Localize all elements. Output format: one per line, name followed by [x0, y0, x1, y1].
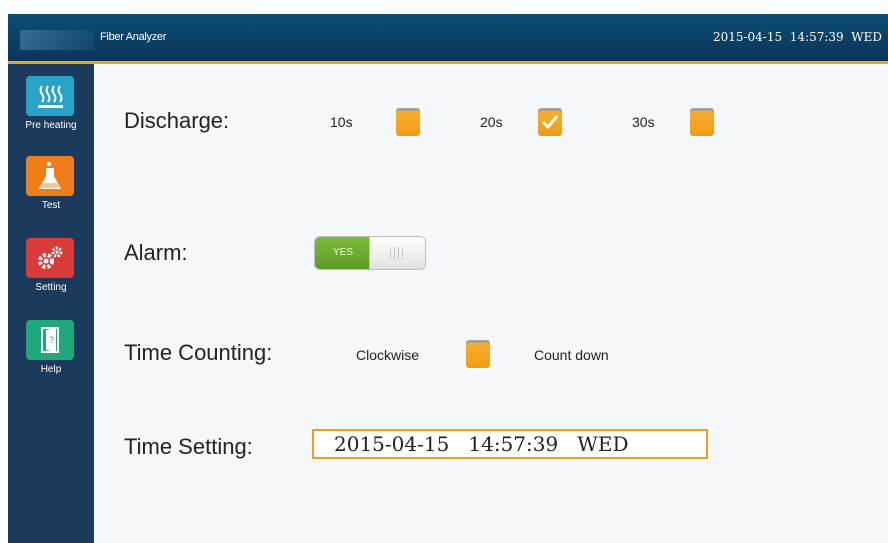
- brand-logo: [20, 30, 94, 50]
- door-exit-icon: ?: [26, 320, 74, 360]
- title-bar: Fiber Analyzer 2015-04-15 14:57:39 WED: [8, 14, 888, 64]
- time-setting-input[interactable]: 2015-04-15 14:57:39 WED: [312, 429, 708, 459]
- sidebar-item-label: Setting: [35, 282, 67, 293]
- alarm-toggle-knob[interactable]: [369, 237, 425, 269]
- sidebar: Pre heating Test Setting ? Help: [8, 64, 94, 543]
- app-window: Fiber Analyzer 2015-04-15 14:57:39 WED P…: [8, 14, 888, 543]
- discharge-option-20s-label: 20s: [480, 114, 503, 130]
- sidebar-item-pre-heating[interactable]: Pre heating: [8, 72, 94, 152]
- settings-panel: Discharge: 10s 20s 30s Alarm: YES Time C…: [94, 64, 888, 543]
- discharge-label: Discharge:: [124, 108, 230, 133]
- discharge-option-10s-label: 10s: [330, 114, 353, 130]
- checkmark-icon: [541, 115, 559, 130]
- gear-icon: [26, 238, 74, 278]
- sidebar-item-label: Pre heating: [25, 120, 77, 131]
- flask-icon: [26, 156, 74, 196]
- discharge-10s-checkbox[interactable]: [396, 108, 420, 136]
- sidebar-item-help[interactable]: ? Help: [8, 318, 94, 398]
- clock-display: 2015-04-15 14:57:39 WED: [712, 30, 882, 44]
- alarm-toggle[interactable]: YES: [314, 236, 426, 270]
- sidebar-item-setting[interactable]: Setting: [8, 236, 94, 316]
- alarm-label: Alarm:: [124, 240, 188, 265]
- count-down-label: Count down: [534, 347, 609, 363]
- heater-icon: [26, 76, 74, 116]
- clockwise-checkbox[interactable]: [466, 340, 490, 368]
- time-counting-label: Time Counting:: [124, 340, 273, 365]
- sidebar-item-label: Help: [40, 364, 62, 375]
- discharge-30s-checkbox[interactable]: [690, 108, 714, 136]
- sidebar-item-label: Test: [41, 200, 61, 211]
- sidebar-item-test[interactable]: Test: [8, 154, 94, 234]
- svg-text:?: ?: [49, 335, 54, 345]
- time-setting-label: Time Setting:: [124, 434, 253, 459]
- alarm-toggle-on-text: YES: [315, 237, 371, 269]
- discharge-20s-checkbox[interactable]: [538, 108, 562, 136]
- discharge-option-30s-label: 30s: [632, 114, 655, 130]
- clockwise-label: Clockwise: [356, 347, 420, 363]
- app-title: Fiber Analyzer: [100, 31, 167, 43]
